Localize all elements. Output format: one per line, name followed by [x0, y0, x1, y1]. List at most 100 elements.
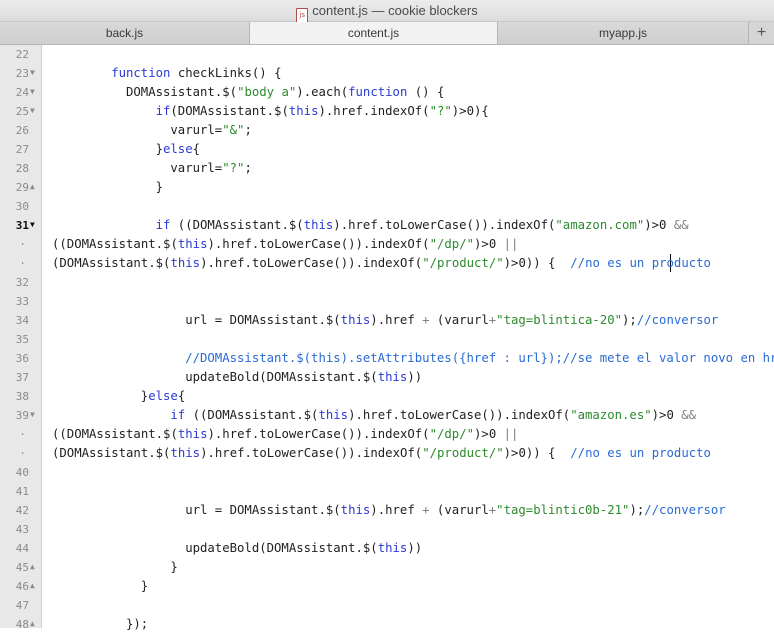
fold-open-icon[interactable]: ▼: [30, 87, 35, 96]
code-token: }: [170, 560, 178, 574]
line-number-text: 32: [15, 276, 29, 289]
line-number-text: 39: [15, 409, 29, 422]
code-token: this: [318, 408, 349, 422]
code-token: ((DOMAssistant.$(: [185, 408, 319, 422]
code-token: "/dp/": [429, 237, 475, 251]
code-token: );: [629, 503, 645, 517]
code-token: this: [340, 503, 371, 517]
fold-close-icon[interactable]: ▲: [30, 581, 35, 590]
line-number-text: 41: [15, 485, 29, 498]
code-token: "tag=blintic0b-21": [496, 503, 630, 517]
code-token: //no es un producto: [570, 256, 711, 270]
wrapped-line-marker: ·: [0, 425, 42, 444]
line-number: 42: [0, 501, 42, 520]
code-token: this: [303, 218, 334, 232]
code-line: url = DOMAssistant.$(this).href + (varur…: [52, 311, 718, 330]
code-line: if ((DOMAssistant.$(this).href.toLowerCa…: [52, 216, 689, 235]
line-number-text: 37: [15, 371, 29, 384]
code-token: checkLinks() {: [170, 66, 282, 80]
line-number: 24 ▼: [0, 83, 42, 102]
line-number: 39 ▼: [0, 406, 42, 425]
code-token: "/product/": [422, 446, 504, 460]
line-number-text: 25: [15, 105, 29, 118]
line-number-text: 48: [15, 618, 29, 631]
code-token: ).href.toLowerCase()).indexOf(: [200, 446, 423, 460]
code-token: ).href.toLowerCase()).indexOf(: [207, 237, 430, 251]
fold-close-icon[interactable]: ▲: [30, 182, 35, 191]
code-token: });: [126, 617, 149, 631]
line-number: 44: [0, 539, 42, 558]
tab-content-js[interactable]: content.js: [250, 22, 498, 44]
code-editor[interactable]: function checkLinks() { DOMAssistant.$("b…: [42, 45, 774, 631]
line-number-text: 36: [15, 352, 29, 365]
code-token: ||: [503, 427, 519, 441]
code-token: this: [170, 256, 201, 270]
line-number: 46 ▲: [0, 577, 42, 596]
code-line: ((DOMAssistant.$(this).href.toLowerCase(…: [52, 235, 518, 254]
fold-open-icon[interactable]: ▼: [30, 410, 35, 419]
code-token: ((DOMAssistant.$(: [52, 237, 178, 251]
line-number: 36: [0, 349, 42, 368]
fold-open-icon[interactable]: ▼: [30, 220, 35, 229]
code-token: ).href.indexOf(: [318, 104, 430, 118]
line-number-text: 22: [15, 48, 29, 61]
code-token: ).href.toLowerCase()).indexOf(: [333, 218, 556, 232]
tab-bar: back.js content.js myapp.js +: [0, 22, 774, 45]
code-line: updateBold(DOMAssistant.$(this)): [52, 368, 422, 387]
window-title-text: content.js — cookie blockers: [312, 3, 478, 18]
fold-close-icon[interactable]: ▲: [30, 562, 35, 571]
code-token: ).href: [370, 313, 423, 327]
code-token: )>0: [651, 408, 682, 422]
code-token: () {: [407, 85, 445, 99]
code-token: function: [348, 85, 408, 99]
code-token: ((DOMAssistant.$(: [170, 218, 304, 232]
wrapped-line-marker: ·: [0, 235, 42, 254]
fold-open-icon[interactable]: ▼: [30, 106, 35, 115]
code-token: }: [155, 142, 163, 156]
fold-open-icon[interactable]: ▼: [30, 68, 35, 77]
code-token: (varurl: [429, 503, 489, 517]
line-number-text: 43: [15, 523, 29, 536]
code-token: "amazon.com": [555, 218, 645, 232]
code-line: //DOMAssistant.$(this).setAttributes({hr…: [52, 349, 774, 368]
code-token: updateBold(DOMAssistant.$(: [185, 541, 378, 555]
code-token: ).each(: [296, 85, 349, 99]
line-number: 45 ▲: [0, 558, 42, 577]
new-tab-button[interactable]: +: [749, 22, 774, 44]
line-number-text: 35: [15, 333, 29, 346]
code-token: this: [170, 446, 201, 460]
code-line: if(DOMAssistant.$(this).href.indexOf("?"…: [52, 102, 489, 121]
code-line: }else{: [52, 140, 200, 159]
line-number-text: 46: [15, 580, 29, 593]
code-token: ((DOMAssistant.$(: [52, 427, 178, 441]
code-token: else: [148, 389, 178, 403]
code-token: else: [163, 142, 193, 156]
code-line: }: [52, 558, 178, 577]
code-line: }else{: [52, 387, 185, 406]
code-token: "?": [222, 161, 245, 175]
fold-close-icon[interactable]: ▲: [30, 619, 35, 628]
code-token: +: [422, 503, 430, 517]
line-number-text: 23: [15, 67, 29, 80]
tab-back-js[interactable]: back.js: [0, 22, 250, 44]
title-bar: js content.js — cookie blockers: [0, 0, 774, 23]
code-token: DOMAssistant.$(: [126, 85, 238, 99]
code-token: (DOMAssistant.$(: [52, 446, 171, 460]
code-token: this: [177, 427, 208, 441]
code-token: this: [377, 541, 408, 555]
code-token: )): [407, 370, 423, 384]
line-number-text: 28: [15, 162, 29, 175]
line-number: 25 ▼: [0, 102, 42, 121]
tab-myapp-js[interactable]: myapp.js: [498, 22, 749, 44]
line-number-text: 42: [15, 504, 29, 517]
code-token: &&: [673, 218, 689, 232]
code-token: "body a": [237, 85, 297, 99]
line-number-text: 47: [15, 599, 29, 612]
code-token: if: [170, 408, 186, 422]
line-number-text: 38: [15, 390, 29, 403]
code-token: }: [155, 180, 163, 194]
line-number: 32: [0, 273, 42, 292]
code-token: "amazon.es": [570, 408, 652, 422]
code-token: )>0)) {: [503, 446, 571, 460]
line-number-text: 34: [15, 314, 29, 327]
